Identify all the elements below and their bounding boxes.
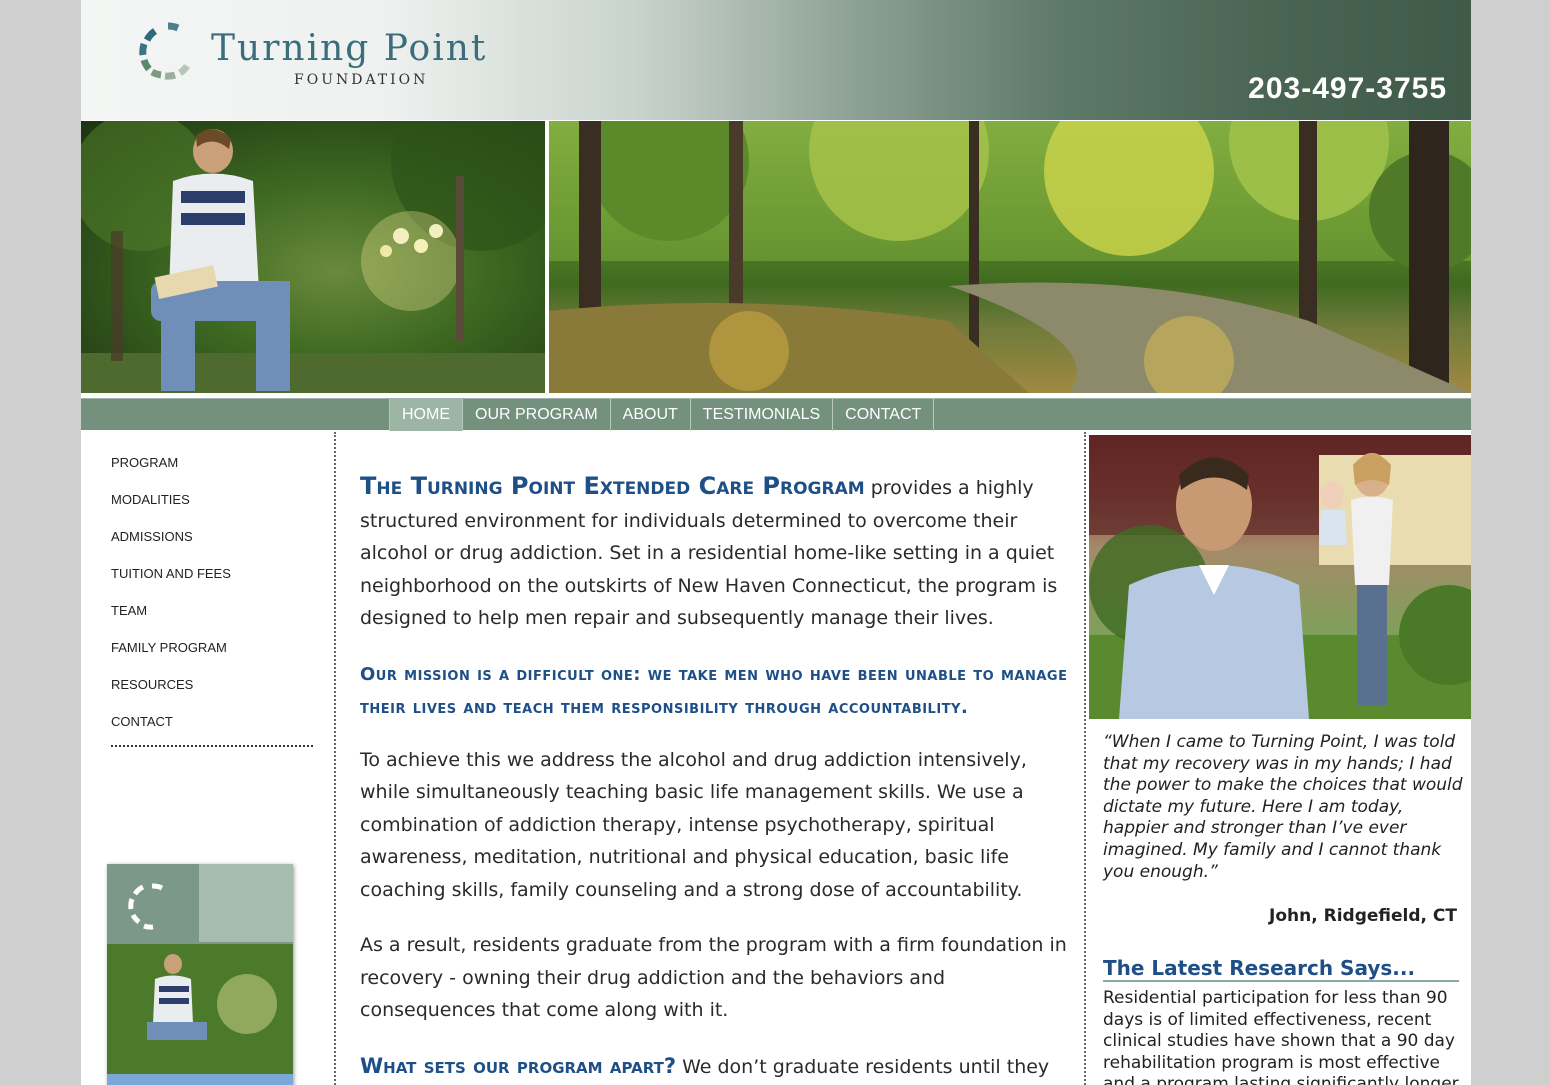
sidebar-item-tuition[interactable]: TUITION AND FEES xyxy=(111,566,231,581)
sidebar-item-program[interactable]: PROGRAM xyxy=(111,455,178,470)
site-header: Turning Point FOUNDATION 203-497-3755 xyxy=(81,0,1471,120)
approach-paragraph: To achieve this we address the alcohol a… xyxy=(360,748,1027,901)
apart-paragraph: What sets our program apart? We don’t gr… xyxy=(360,1050,1080,1085)
research-text: Residential participation for less than … xyxy=(1103,988,1459,1085)
main-nav-bar: HOME OUR PROGRAM ABOUT TESTIMONIALS CONT… xyxy=(81,398,1471,431)
intro-title: The Turning Point Extended Care Program xyxy=(360,472,865,500)
apart-title: What sets our program apart? xyxy=(360,1053,677,1078)
sidebar: PROGRAM MODALITIES ADMISSIONS TUITION AN… xyxy=(81,432,336,1085)
logo-ring-icon xyxy=(139,22,190,80)
research-heading[interactable]: The Latest Research Says... xyxy=(1103,956,1459,982)
nav-testimonials[interactable]: TESTIMONIALS xyxy=(689,399,832,431)
brochure-thumbnail[interactable] xyxy=(107,864,293,1085)
sidebar-item-admissions[interactable]: ADMISSIONS xyxy=(111,529,193,544)
hero-photo-forest-path xyxy=(549,121,1471,393)
testimonial-quote: “When I came to Turning Point, I was tol… xyxy=(1103,732,1463,882)
testimonial-photo xyxy=(1089,435,1471,719)
nav-about[interactable]: ABOUT xyxy=(609,399,690,431)
logo-name[interactable]: Turning Point xyxy=(211,28,487,69)
logo-subtitle: FOUNDATION xyxy=(294,72,429,88)
hero-photo-man-reading xyxy=(81,121,545,393)
sidebar-item-modalities[interactable]: MODALITIES xyxy=(111,492,190,507)
main-nav: HOME OUR PROGRAM ABOUT TESTIMONIALS CONT… xyxy=(389,399,935,431)
sidebar-item-resources[interactable]: RESOURCES xyxy=(111,677,193,692)
phone-number: 203-497-3755 xyxy=(1248,72,1447,105)
testimonial-column: “When I came to Turning Point, I was tol… xyxy=(1084,432,1471,1085)
mission-statement: Our mission is a difficult one: we take … xyxy=(360,663,1068,718)
nav-home[interactable]: HOME xyxy=(389,399,462,431)
sidebar-item-contact[interactable]: CONTACT xyxy=(111,714,173,729)
results-paragraph: As a result, residents graduate from the… xyxy=(360,934,1067,1021)
nav-contact[interactable]: CONTACT xyxy=(832,399,935,431)
page: Turning Point FOUNDATION 203-497-3755 HO… xyxy=(81,0,1471,1085)
nav-our-program[interactable]: OUR PROGRAM xyxy=(462,399,610,431)
sidebar-item-team[interactable]: TEAM xyxy=(111,603,147,618)
main-content: The Turning Point Extended Care Program … xyxy=(360,470,1080,1085)
testimonial-author: John, Ridgefield, CT xyxy=(1269,906,1457,926)
hero-banner xyxy=(81,121,1471,393)
intro-paragraph: The Turning Point Extended Care Program … xyxy=(360,470,1080,635)
sidebar-item-family-program[interactable]: FAMILY PROGRAM xyxy=(111,640,227,655)
sidebar-divider xyxy=(111,745,313,747)
